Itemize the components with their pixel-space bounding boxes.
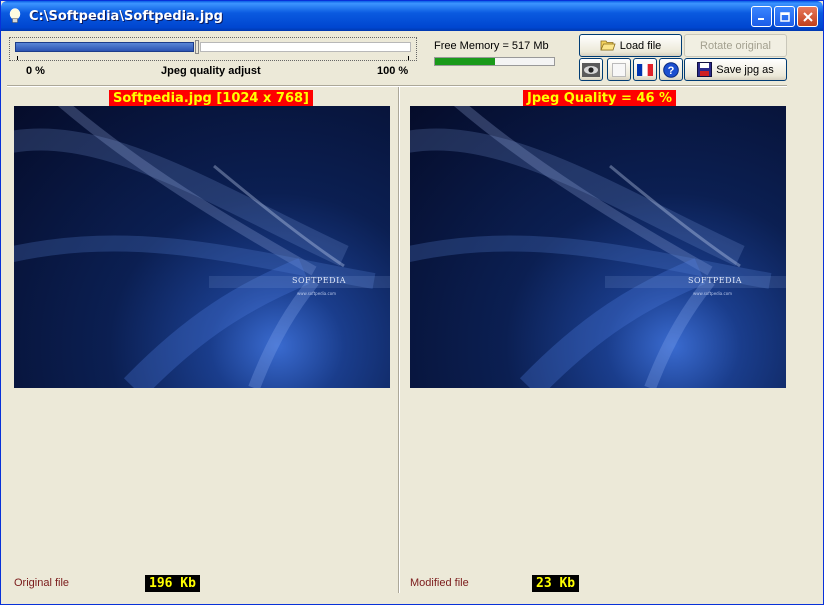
modified-logo-sub: www.softpedia.com — [693, 291, 733, 296]
slider-min-label: 0 % — [26, 65, 45, 77]
memory-bar — [434, 57, 555, 66]
window-controls — [751, 6, 818, 27]
french-flag-icon — [637, 63, 653, 76]
minimize-icon — [758, 18, 764, 20]
maximize-button[interactable] — [774, 6, 795, 27]
close-icon — [802, 11, 813, 22]
original-image-art — [14, 106, 390, 388]
title-bar[interactable]: C:\Softpedia\Softpedia.jpg — [1, 1, 823, 31]
language-button[interactable] — [633, 58, 657, 81]
modified-size-badge: 23 Kb — [532, 575, 580, 592]
original-logo-sub: www.softpedia.com — [297, 291, 337, 296]
eye-icon — [582, 62, 600, 77]
original-file-label: Original file — [14, 577, 70, 589]
svg-text:?: ? — [668, 65, 675, 77]
modified-file-label: Modified file — [410, 577, 469, 589]
minimize-button[interactable] — [751, 6, 772, 27]
free-memory-label: Free Memory = 517 Mb — [434, 40, 549, 52]
original-logo-text: SOFTPEDIA — [292, 276, 346, 285]
save-jpg-as-label: Save jpg as — [716, 63, 774, 76]
window-title: C:\Softpedia\Softpedia.jpg — [29, 8, 223, 24]
slider-ticks — [17, 56, 409, 60]
load-file-button[interactable]: Load file — [579, 34, 682, 57]
tick-max — [408, 56, 409, 60]
close-button[interactable] — [797, 6, 818, 27]
toolbar-divider — [7, 85, 787, 87]
slider-title-label: Jpeg quality adjust — [161, 65, 261, 77]
load-file-label: Load file — [619, 39, 662, 52]
slider-max-label: 100 % — [377, 65, 409, 77]
floppy-disk-icon — [697, 62, 713, 77]
folder-open-icon — [600, 40, 616, 51]
slider-track — [200, 42, 411, 52]
slider-fill — [15, 42, 194, 52]
rotate-original-button[interactable]: Rotate original — [684, 34, 787, 57]
slider-thumb[interactable] — [195, 40, 199, 54]
blank-icon — [612, 62, 626, 77]
maximize-icon — [779, 11, 790, 22]
preview-button[interactable] — [579, 58, 603, 81]
original-size-badge: 196 Kb — [145, 575, 200, 592]
panel-divider — [398, 87, 400, 593]
toolbar: 0 % Jpeg quality adjust 100 % Free Memor… — [1, 31, 823, 83]
original-image: SOFTPEDIA www.softpedia.com — [14, 106, 390, 388]
help-icon: ? — [663, 61, 679, 78]
modified-image-caption: Jpeg Quality = 46 % — [523, 90, 677, 107]
lightbulb-icon — [7, 8, 23, 24]
rotate-original-label: Rotate original — [700, 39, 771, 52]
modified-image: SOFTPEDIA www.softpedia.com — [410, 106, 786, 388]
tick-min — [17, 56, 18, 60]
original-image-caption: Softpedia.jpg [1024 x 768] — [109, 90, 313, 107]
app-window: C:\Softpedia\Softpedia.jpg 0 % Jpeg qual… — [0, 0, 824, 605]
modified-image-art — [410, 106, 786, 388]
blank-button[interactable] — [607, 58, 631, 81]
modified-logo-text: SOFTPEDIA — [688, 276, 742, 285]
help-button[interactable]: ? — [659, 58, 683, 81]
memory-bar-fill — [435, 58, 495, 65]
save-jpg-as-button[interactable]: Save jpg as — [684, 58, 787, 81]
